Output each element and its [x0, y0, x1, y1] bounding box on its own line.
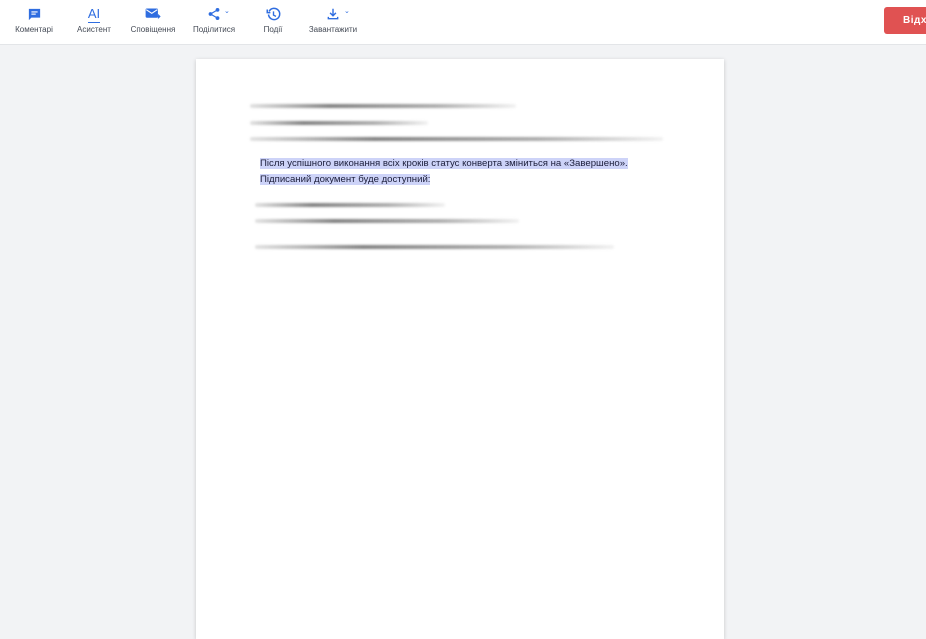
- chevron-down-icon: ⌄: [224, 8, 230, 15]
- download-icon: [326, 5, 340, 23]
- comments-label: Коментарі: [15, 25, 53, 34]
- toolbar: Коментарі AI Асистент Сповіщення ⌄ Поділ…: [0, 0, 926, 45]
- assistant-label: Асистент: [77, 25, 111, 34]
- redacted-line: [255, 245, 614, 249]
- paragraph-line: Підписаний документ буде доступний:: [260, 174, 431, 185]
- comments-button[interactable]: Коментарі: [14, 5, 54, 39]
- events-label: Події: [263, 25, 283, 34]
- redacted-line: [250, 137, 663, 141]
- redacted-line: [250, 121, 428, 125]
- paragraph-line: Після успішного виконання всіх кроків ст…: [260, 158, 628, 169]
- share-button[interactable]: ⌄ Поділитися: [192, 5, 236, 39]
- redacted-line: [255, 203, 445, 207]
- share-icon: [207, 5, 221, 23]
- ai-assistant-icon: AI: [87, 6, 101, 23]
- events-button[interactable]: Події: [258, 5, 288, 39]
- redacted-line: [255, 219, 519, 223]
- selected-paragraph[interactable]: Після успішного виконання всіх кроків ст…: [260, 156, 691, 188]
- chevron-down-icon: ⌄: [344, 8, 350, 15]
- notifications-button[interactable]: Сповіщення: [130, 5, 176, 39]
- document-viewer[interactable]: Після успішного виконання всіх кроків ст…: [0, 45, 926, 639]
- decline-button[interactable]: Відхилити: [884, 7, 926, 34]
- mail-send-icon: [145, 5, 161, 23]
- assistant-button[interactable]: AI Асистент: [74, 5, 114, 39]
- notifications-label: Сповіщення: [130, 25, 176, 34]
- share-label: Поділитися: [192, 25, 236, 34]
- comment-icon: [27, 5, 42, 23]
- document-page: Після успішного виконання всіх кроків ст…: [196, 59, 724, 639]
- history-icon: [266, 5, 281, 23]
- download-button[interactable]: ⌄ Завантажити: [308, 5, 358, 39]
- redacted-line: [250, 104, 516, 108]
- download-label: Завантажити: [308, 25, 358, 34]
